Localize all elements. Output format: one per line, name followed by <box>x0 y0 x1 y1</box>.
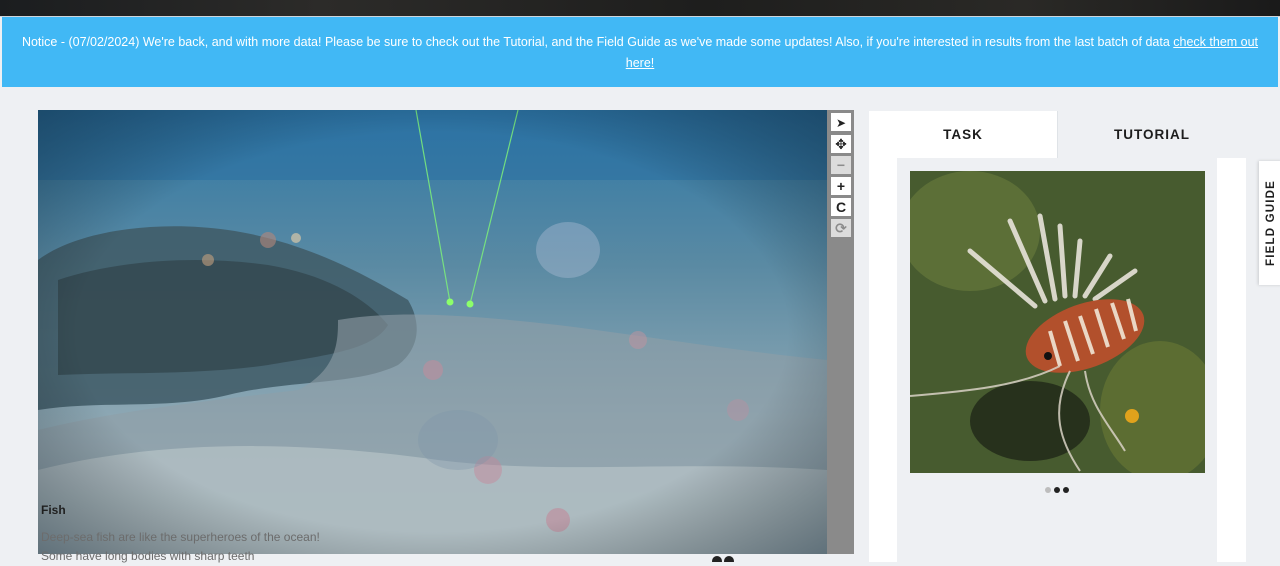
guide-card <box>897 158 1217 562</box>
carousel-dot-2[interactable] <box>1054 487 1060 493</box>
notice-banner: Notice - (07/02/2024) We're back, and wi… <box>2 17 1278 87</box>
plus-icon: + <box>836 178 846 194</box>
move-arrows-icon: ✥ <box>835 136 847 152</box>
refresh-icon: ⟳ <box>835 220 847 236</box>
carousel-dot-3[interactable] <box>1063 487 1069 493</box>
carousel-dot-1[interactable] <box>1045 487 1051 493</box>
guide-item-title: Fish <box>41 503 66 517</box>
annotate-tool-button[interactable]: ➤ <box>831 113 851 131</box>
minus-icon: − <box>836 157 846 173</box>
tab-tutorial[interactable]: TUTORIAL <box>1057 111 1246 158</box>
rotate-icon: C <box>835 199 847 215</box>
cursor-arrow-icon: ➤ <box>835 116 847 130</box>
guide-item-description: Deep-sea fish are like the superheroes o… <box>41 530 320 563</box>
tab-task[interactable]: TASK <box>869 111 1057 158</box>
task-panel: TASK TUTORIAL <box>869 111 1246 562</box>
task-tabs: TASK TUTORIAL <box>869 111 1246 158</box>
favorite-icon[interactable] <box>724 556 734 562</box>
top-banner-image <box>0 0 1280 17</box>
viewer-toolbar: ➤ ✥ − + C ⟳ <box>827 110 854 554</box>
lionfish-image <box>910 171 1205 473</box>
info-icon[interactable] <box>712 556 722 562</box>
subject-metadata-controls <box>712 556 852 562</box>
field-guide-tab[interactable]: FIELD GUIDE <box>1259 161 1280 285</box>
field-guide-label: FIELD GUIDE <box>1265 179 1277 267</box>
notice-text: Notice - (07/02/2024) We're back, and wi… <box>21 35 1174 49</box>
pan-tool-button[interactable]: ✥ <box>831 135 851 153</box>
zoom-in-button[interactable]: + <box>831 177 851 195</box>
lionfish-image-canvas <box>910 171 1205 473</box>
zoom-out-button[interactable]: − <box>831 156 851 174</box>
reset-button[interactable]: ⟳ <box>831 219 851 237</box>
carousel-dots <box>897 480 1217 493</box>
subject-image-canvas <box>38 110 827 554</box>
rotate-button[interactable]: C <box>831 198 851 216</box>
subject-image[interactable] <box>38 110 827 554</box>
